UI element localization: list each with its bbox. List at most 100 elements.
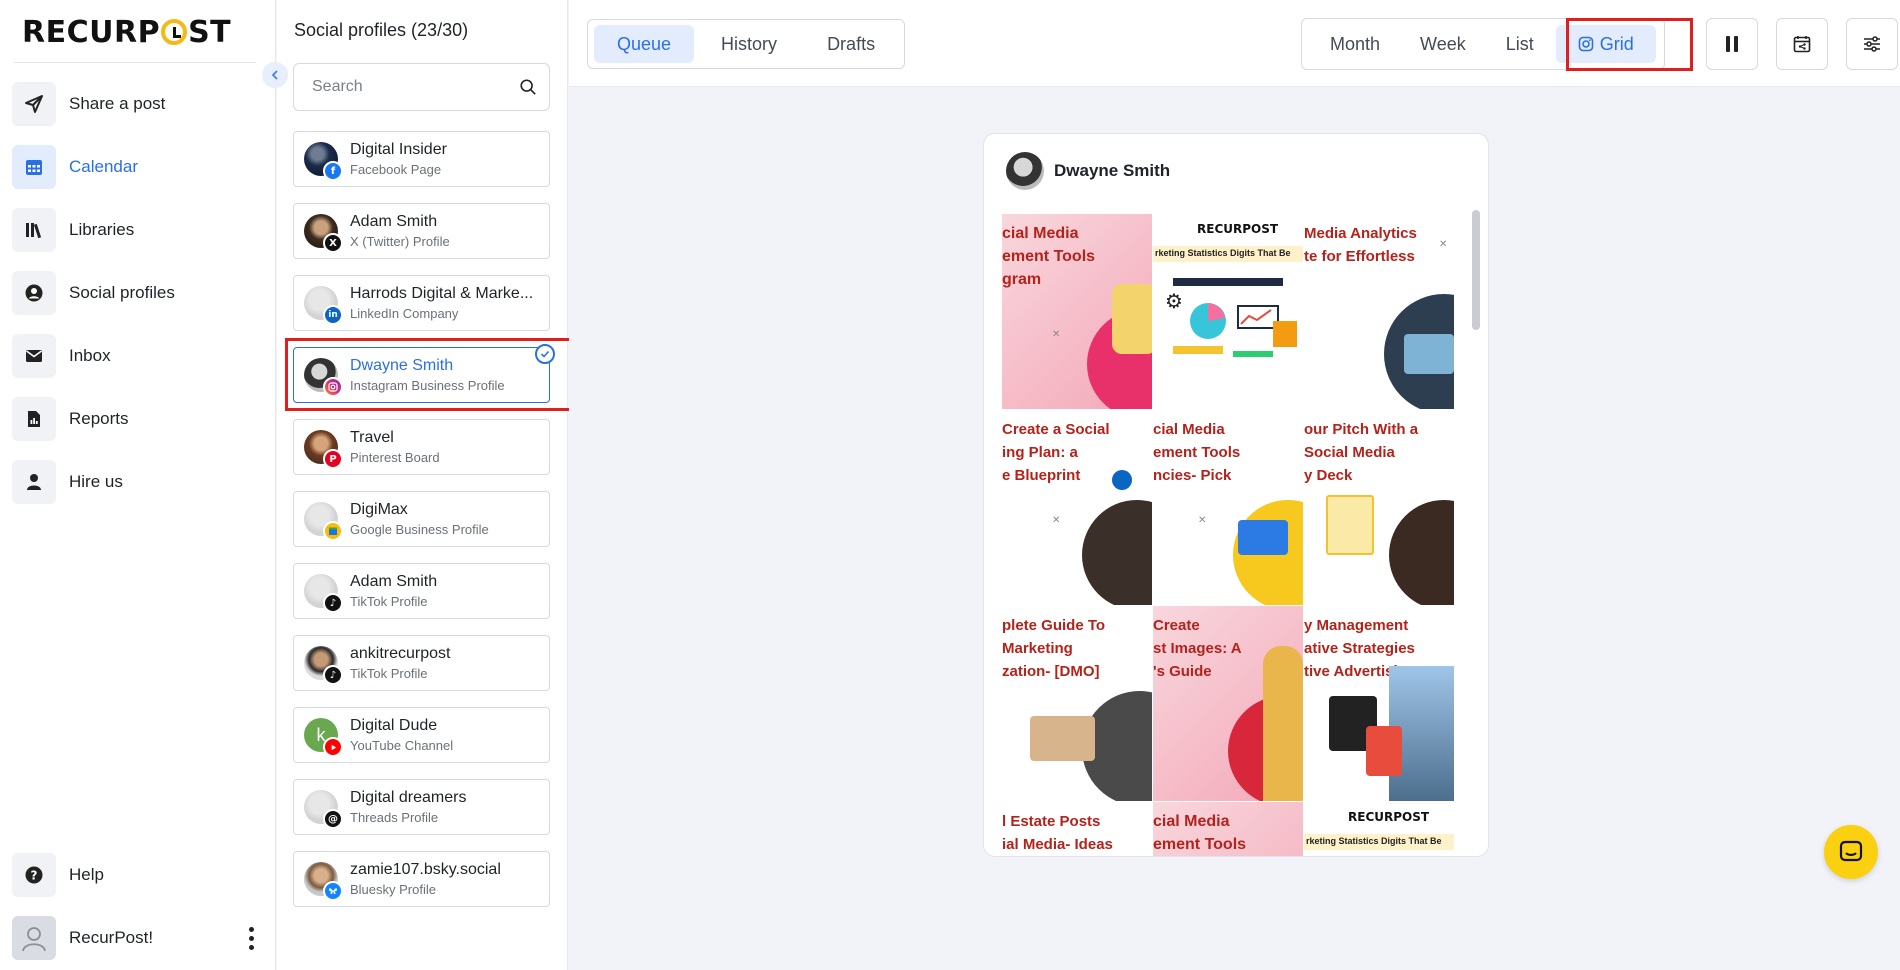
profile-card[interactable]: f Digital Insider Facebook Page	[293, 131, 550, 187]
profile-card[interactable]: ♪ ankitrecurpost TikTok Profile	[293, 635, 550, 691]
nav-item-social-profiles[interactable]: Social profiles	[12, 269, 264, 317]
grid-post-tile[interactable]: RECURPOST rketing Statistics Digits That…	[1304, 802, 1455, 856]
grid-post-tile[interactable]: Create a Social ing Plan: a e Blueprint …	[1002, 410, 1153, 606]
profile-type: Facebook Page	[350, 162, 442, 177]
grid-post-tile[interactable]: cial Media ement Tools ncies- Pick ✕	[1153, 410, 1304, 606]
filter-settings-button[interactable]	[1846, 18, 1898, 70]
profile-type: Threads Profile	[350, 810, 439, 825]
pinterest-icon: P	[323, 449, 343, 469]
post-title: Create st Images: A 's Guide	[1153, 617, 1242, 680]
tab-history[interactable]: History	[698, 25, 800, 63]
user-account[interactable]: RecurPost!	[12, 915, 264, 961]
grid-post-tile[interactable]: plete Guide To Marketing zation- [DMO]	[1002, 606, 1153, 802]
nav-item-calendar[interactable]: Calendar	[12, 143, 264, 191]
bluesky-icon	[323, 881, 343, 901]
tab-drafts[interactable]: Drafts	[804, 25, 898, 63]
recurpost-logo: RECURPOST	[1348, 810, 1430, 824]
profile-circle-icon	[12, 271, 56, 315]
avatar: k	[304, 718, 343, 757]
grid-scrollbar[interactable]	[1472, 210, 1480, 330]
nav-item-label: Share a post	[69, 94, 166, 113]
view-week-button[interactable]: Week	[1402, 25, 1484, 63]
profile-card[interactable]: in Harrods Digital & Marke... LinkedIn C…	[293, 275, 550, 331]
collapse-sidebar-button[interactable]	[262, 62, 288, 88]
view-month-button[interactable]: Month	[1312, 25, 1398, 63]
avatar	[304, 862, 343, 901]
logo-o-mark	[161, 19, 188, 45]
view-list-button[interactable]: List	[1488, 25, 1552, 63]
avatar	[304, 502, 343, 541]
search-input[interactable]	[312, 78, 519, 96]
more-options-icon[interactable]	[249, 926, 254, 950]
calendar-settings-button[interactable]	[1776, 18, 1828, 70]
youtube-icon	[323, 737, 343, 757]
profile-card[interactable]: zamie107.bsky.social Bluesky Profile	[293, 851, 550, 907]
grid-post-tile[interactable]: our Pitch With a Social Media y Deck	[1304, 410, 1455, 606]
avatar	[304, 358, 343, 397]
profile-card[interactable]: @ Digital dreamers Threads Profile	[293, 779, 550, 835]
post-title: Media Analytics te for Effortless	[1304, 225, 1417, 265]
nav-item-libraries[interactable]: Libraries	[12, 206, 264, 254]
x-twitter-icon: X	[323, 233, 343, 253]
nav-item-inbox[interactable]: Inbox	[12, 332, 264, 380]
calendar-share-icon	[1793, 36, 1811, 53]
post-status-tabs: Queue History Drafts	[587, 19, 906, 69]
threads-icon: @	[323, 809, 343, 829]
google-business-icon	[323, 521, 343, 541]
report-icon	[12, 397, 56, 441]
grid-post-tile[interactable]: Create st Images: A 's Guide	[1153, 606, 1304, 802]
view-grid-button[interactable]: Grid	[1555, 25, 1656, 63]
inbox-icon	[12, 334, 56, 378]
profile-name: Adam Smith	[350, 213, 438, 230]
nav-item-reports[interactable]: Reports	[12, 395, 264, 443]
profile-type: X (Twitter) Profile	[350, 234, 450, 249]
nav-item-help[interactable]: ? Help	[12, 851, 264, 899]
profile-card[interactable]: X Adam Smith X (Twitter) Profile	[293, 203, 550, 259]
recurpost-logo[interactable]: RECURP ST	[22, 12, 231, 52]
grid-post-tile[interactable]: cial Media ement Tools gram ✕	[1002, 214, 1153, 410]
tab-queue[interactable]: Queue	[594, 25, 695, 63]
profile-card[interactable]: DigiMax Google Business Profile	[293, 491, 550, 547]
profile-name: DigiMax	[350, 501, 408, 518]
avatar: @	[304, 790, 343, 829]
grid-post-tile[interactable]: cial Media ement Tools	[1153, 802, 1304, 856]
nav-item-share-a-post[interactable]: Share a post	[12, 80, 264, 128]
profile-card[interactable]: P Travel Pinterest Board	[293, 419, 550, 475]
profile-search[interactable]	[293, 63, 550, 111]
post-banner-text: rketing Statistics Digits That Be	[1304, 834, 1454, 850]
tiktok-icon: ♪	[323, 665, 343, 685]
statistics-illustration: ⚙	[1165, 278, 1297, 357]
nav-item-hire-us[interactable]: Hire us	[12, 458, 264, 506]
grid-post-tile[interactable]: Media Analytics te for Effortless ✕	[1304, 214, 1455, 410]
post-title: cial Media ement Tools gram	[1002, 225, 1096, 288]
instagram-icon	[1578, 36, 1594, 52]
chat-support-button[interactable]	[1824, 825, 1878, 879]
instagram-grid-preview: Dwayne Smith cial Media ement Tools gram…	[983, 133, 1489, 857]
profile-card[interactable]: k Digital Dude YouTube Channel	[293, 707, 550, 763]
profile-type: Bluesky Profile	[350, 882, 436, 897]
post-grid: cial Media ement Tools gram ✕ RECURPOST …	[1002, 214, 1455, 856]
nav-item-label: Calendar	[69, 157, 138, 176]
profile-type: Google Business Profile	[350, 522, 489, 537]
post-title: cial Media ement Tools	[1153, 813, 1247, 853]
profile-name: Dwayne Smith	[350, 357, 454, 374]
grid-post-tile[interactable]: l Estate Posts ial Media- Ideas	[1002, 802, 1153, 856]
avatar: X	[304, 214, 343, 253]
calendar-view-switcher: Month Week List Grid	[1301, 18, 1665, 70]
nav-item-label: Hire us	[69, 472, 123, 491]
selected-check-icon	[535, 344, 555, 364]
avatar: P	[304, 430, 343, 469]
tiktok-icon: ♪	[323, 593, 343, 613]
linkedin-icon: in	[323, 305, 343, 325]
profile-name: Digital Insider	[350, 141, 447, 158]
profile-card-selected[interactable]: Dwayne Smith Instagram Business Profile	[293, 344, 555, 403]
person-icon	[12, 460, 56, 504]
grid-profile-name: Dwayne Smith	[1054, 161, 1171, 180]
profile-type: YouTube Channel	[350, 738, 454, 753]
pause-queue-button[interactable]	[1706, 18, 1758, 70]
search-icon[interactable]	[519, 77, 537, 97]
grid-post-tile[interactable]: RECURPOST rketing Statistics Digits That…	[1153, 214, 1304, 410]
profile-card[interactable]: ♪ Adam Smith TikTok Profile	[293, 563, 550, 619]
grid-post-tile[interactable]: y Management ative Strategies tive Adver…	[1304, 606, 1455, 802]
user-name: RecurPost!	[69, 928, 154, 947]
